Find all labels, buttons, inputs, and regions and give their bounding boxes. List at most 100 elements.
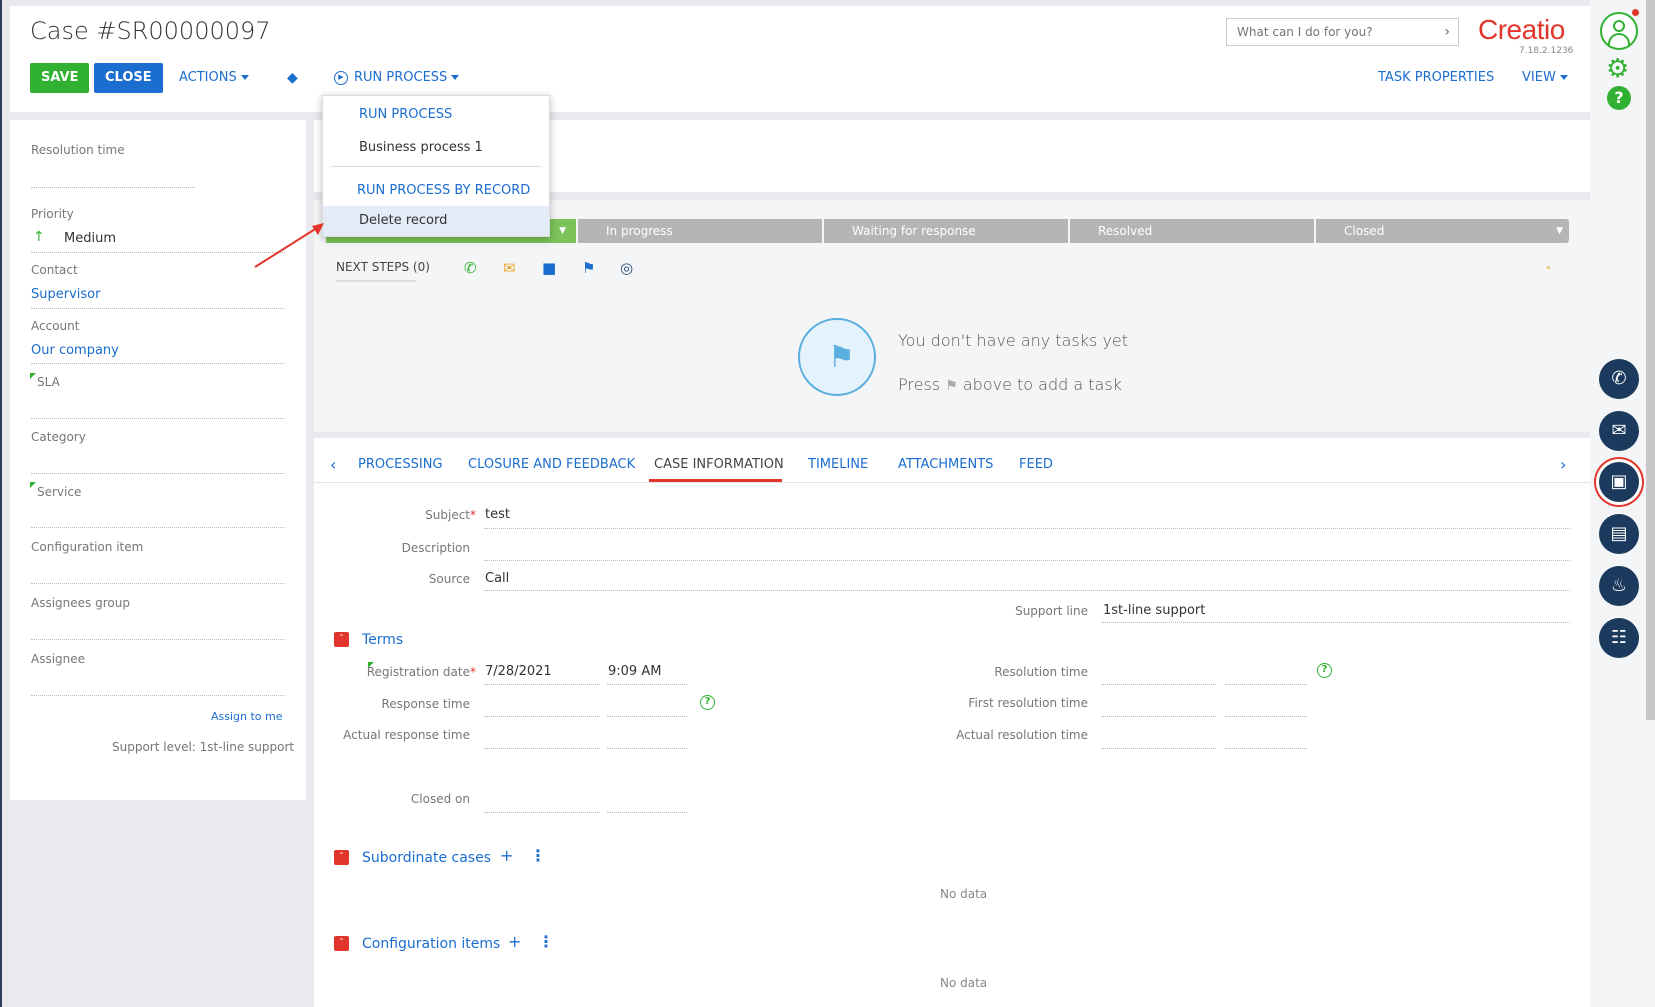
- registration-date-label: Registration date*: [340, 665, 476, 679]
- tab-closure-and-feedback[interactable]: CLOSURE AND FEEDBACK: [468, 457, 635, 472]
- registration-time-value[interactable]: 9:09 AM: [608, 664, 661, 679]
- chevron-right-icon[interactable]: ›: [1444, 24, 1450, 40]
- service-field[interactable]: [31, 527, 285, 528]
- sla-label: SLA: [37, 375, 60, 389]
- stage-in-progress[interactable]: In progress: [578, 219, 822, 243]
- actions-button[interactable]: ACTIONS: [179, 63, 249, 93]
- account-line: [31, 363, 285, 364]
- user-avatar-icon[interactable]: [1600, 12, 1638, 50]
- scrollbar[interactable]: [1646, 0, 1655, 720]
- next-steps-tab[interactable]: NEXT STEPS (0): [336, 260, 430, 274]
- priority-label: Priority: [31, 207, 74, 221]
- actual-resolution-time-label: Actual resolution time: [956, 728, 1088, 742]
- collapse-configuration-items-icon[interactable]: ˆ: [334, 936, 349, 951]
- lookup-marker-icon: [30, 482, 36, 488]
- stage-closed[interactable]: Closed ▼: [1316, 219, 1569, 243]
- required-marker: *: [470, 508, 476, 522]
- save-button[interactable]: SAVE: [30, 63, 90, 93]
- actual-resolution-date-field[interactable]: [1102, 748, 1216, 749]
- tab-case-information[interactable]: CASE INFORMATION: [654, 457, 784, 472]
- tab-timeline[interactable]: TIMELINE: [808, 457, 868, 472]
- stage-resolved[interactable]: Resolved: [1070, 219, 1314, 243]
- support-line-value[interactable]: 1st-line support: [1103, 603, 1205, 618]
- source-value[interactable]: Call: [485, 571, 509, 586]
- command-search[interactable]: ›: [1226, 18, 1459, 46]
- empty-hint-prefix: Press: [898, 375, 941, 394]
- tab-attachments[interactable]: ATTACHMENTS: [898, 457, 993, 472]
- help-icon[interactable]: ?: [1607, 86, 1631, 110]
- actual-response-time-field[interactable]: [607, 748, 687, 749]
- response-time-date-field[interactable]: [484, 716, 600, 717]
- registration-date-value[interactable]: 7/28/2021: [485, 664, 552, 679]
- resolution-time-field[interactable]: [31, 187, 195, 188]
- run-process-button[interactable]: ▶ RUN PROCESS: [334, 63, 460, 93]
- priority-value[interactable]: Medium: [64, 231, 116, 246]
- lookup-marker-icon: [30, 373, 36, 379]
- configuration-items-no-data: No data: [940, 976, 988, 990]
- response-time-time-field[interactable]: [607, 716, 687, 717]
- resolution-date-field[interactable]: [1102, 684, 1216, 685]
- add-message-icon[interactable]: ■: [542, 259, 556, 277]
- resolution-time-field[interactable]: [1225, 684, 1307, 685]
- support-line-line: [1102, 622, 1570, 623]
- actions-label: ACTIONS: [179, 70, 237, 85]
- category-field[interactable]: [31, 473, 285, 474]
- chevron-left-icon[interactable]: ‹: [330, 455, 336, 474]
- tab-feed[interactable]: FEED: [1019, 457, 1053, 472]
- assignees-group-field[interactable]: [31, 639, 285, 640]
- configuration-items-title[interactable]: Configuration items: [362, 936, 500, 952]
- tag-icon[interactable]: ◆: [287, 70, 298, 86]
- first-resolution-time-field[interactable]: [1225, 716, 1307, 717]
- gear-icon[interactable]: ⚙: [1606, 54, 1629, 84]
- actual-resolution-time-field[interactable]: [1225, 748, 1307, 749]
- config-item-field[interactable]: [31, 583, 285, 584]
- view-button[interactable]: VIEW: [1522, 63, 1568, 93]
- menu-item-business-process-1[interactable]: Business process 1: [323, 133, 549, 163]
- stage-waiting-for-response[interactable]: Waiting for response: [824, 219, 1068, 243]
- description-field[interactable]: [484, 560, 1570, 561]
- actual-response-date-field[interactable]: [484, 748, 600, 749]
- conversations-icon[interactable]: ▤: [1599, 514, 1639, 554]
- email-icon[interactable]: ✉: [1599, 411, 1639, 451]
- first-resolution-time-label: First resolution time: [968, 696, 1088, 710]
- collapse-terms-icon[interactable]: ˆ: [334, 632, 349, 647]
- phone-icon[interactable]: ✆: [1599, 359, 1639, 399]
- resolution-time-help-icon[interactable]: ?: [1317, 663, 1332, 678]
- terms-title[interactable]: Terms: [362, 632, 403, 648]
- task-properties-button[interactable]: TASK PROPERTIES: [1378, 63, 1494, 93]
- search-input[interactable]: [1227, 19, 1427, 45]
- sla-field[interactable]: [31, 418, 285, 419]
- first-resolution-date-field[interactable]: [1102, 716, 1216, 717]
- add-configuration-item-icon[interactable]: +: [508, 932, 521, 951]
- chevron-down-icon: ▼: [559, 226, 566, 236]
- account-link[interactable]: Our company: [31, 343, 119, 358]
- menu-item-delete-record[interactable]: Delete record: [323, 206, 549, 236]
- more-options-icon[interactable]: ⋮: [530, 846, 546, 865]
- contact-link[interactable]: Supervisor: [31, 287, 100, 302]
- bell-icon[interactable]: ♨: [1599, 566, 1639, 606]
- chevron-up-icon[interactable]: ˆ: [1545, 266, 1552, 282]
- response-time-help-icon[interactable]: ?: [700, 695, 715, 710]
- resolution-time-field-label: Resolution time: [994, 665, 1088, 679]
- tab-processing[interactable]: PROCESSING: [358, 457, 443, 472]
- arrow-up-icon: ↑: [33, 229, 45, 245]
- closed-on-time-field[interactable]: [607, 812, 687, 813]
- more-options-icon[interactable]: ⋮: [538, 932, 554, 951]
- chevron-right-icon[interactable]: ›: [1560, 455, 1566, 474]
- add-call-icon[interactable]: ✆: [464, 259, 477, 277]
- chevron-down-icon: [1559, 75, 1568, 80]
- config-item-label: Configuration item: [31, 540, 144, 554]
- chat-icon[interactable]: ▣: [1599, 462, 1639, 502]
- close-button[interactable]: CLOSE: [94, 63, 163, 93]
- document-icon[interactable]: ☷: [1599, 618, 1639, 658]
- globe-icon[interactable]: ◎: [620, 259, 633, 277]
- add-subordinate-case-icon[interactable]: +: [500, 846, 513, 865]
- assign-to-me-link[interactable]: Assign to me: [211, 710, 283, 723]
- subject-value[interactable]: test: [485, 507, 510, 522]
- closed-on-date-field[interactable]: [484, 812, 600, 813]
- subordinate-cases-title[interactable]: Subordinate cases: [362, 850, 491, 866]
- assignee-field[interactable]: [31, 695, 285, 696]
- add-email-icon[interactable]: ✉: [503, 259, 516, 277]
- collapse-subordinate-cases-icon[interactable]: ˆ: [334, 850, 349, 865]
- add-task-flag-icon[interactable]: ⚑: [582, 259, 595, 277]
